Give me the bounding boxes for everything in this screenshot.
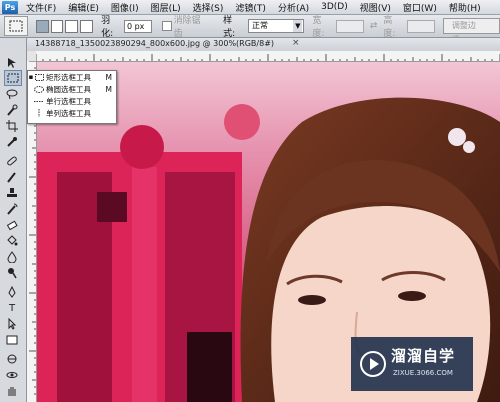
popup-item-label: 椭圆选框工具 <box>46 84 91 94</box>
style-label: 样式: <box>223 16 236 39</box>
play-logo-icon <box>360 351 386 377</box>
move-tool-icon[interactable] <box>4 56 20 70</box>
style-value: 正常 <box>251 21 268 30</box>
height-label: 高度: <box>383 16 396 39</box>
antialias-checkbox[interactable] <box>161 21 172 31</box>
menu-file[interactable]: 文件(F) <box>20 1 62 14</box>
menu-filter[interactable]: 滤镜(T) <box>229 1 272 14</box>
document-title: 14388718_1350023890294_800x600.jpg @ 300… <box>35 39 275 48</box>
intersect-selection-button[interactable] <box>80 19 94 33</box>
eraser-tool-icon[interactable] <box>4 218 20 232</box>
chevron-down-icon: ▼ <box>293 20 303 32</box>
ellipse-marquee-icon <box>34 85 44 93</box>
menu-view[interactable]: 视图(V) <box>354 1 397 14</box>
marquee-tool-icon[interactable] <box>4 70 22 86</box>
rectangle-tool-icon[interactable] <box>4 333 20 347</box>
width-label: 宽度: <box>312 16 325 39</box>
menu-edit[interactable]: 编辑(E) <box>62 1 105 14</box>
marquee-icon <box>9 20 23 32</box>
quick-selection-tool-icon[interactable] <box>4 103 20 117</box>
single-column-marquee-option[interactable]: 单列选框工具 <box>28 107 116 119</box>
antialias-label: 消除锯齿 <box>173 16 201 39</box>
healing-brush-tool-icon[interactable] <box>4 154 20 168</box>
refine-edge-button[interactable]: 调整边缘... <box>442 18 500 44</box>
popup-item-label: 单行选框工具 <box>46 96 91 106</box>
feather-label: 羽化: <box>101 16 114 39</box>
menu-window[interactable]: 窗口(W) <box>397 1 443 14</box>
menu-select[interactable]: 选择(S) <box>187 1 230 14</box>
tool-preset-picker[interactable] <box>4 16 28 36</box>
swap-icon[interactable]: ⇄ <box>370 21 378 31</box>
watermark-url: ZIXUE.3066.COM <box>393 369 453 377</box>
watermark: 溜溜自学 ZIXUE.3066.COM <box>351 337 473 391</box>
new-selection-button[interactable] <box>35 19 49 33</box>
menu-analysis[interactable]: 分析(A) <box>272 1 315 14</box>
feather-input[interactable]: 0 px <box>123 19 152 33</box>
height-input[interactable] <box>407 19 435 33</box>
blur-tool-icon[interactable] <box>4 250 20 264</box>
popup-item-label: 矩形选框工具 <box>46 72 91 82</box>
close-icon[interactable]: × <box>292 38 300 48</box>
subtract-from-selection-button[interactable] <box>65 19 79 33</box>
rectangular-marquee-option[interactable]: ▪ 矩形选框工具 M <box>28 71 116 83</box>
single-row-marquee-icon <box>34 97 44 105</box>
style-select[interactable]: 正常 ▼ <box>247 19 305 33</box>
crop-tool-icon[interactable] <box>4 119 20 133</box>
menu-3d[interactable]: 3D(D) <box>315 2 354 12</box>
marquee-tool-flyout: ▪ 矩形选框工具 M 椭圆选框工具 M 单行选框工具 单列选框工具 <box>27 70 117 124</box>
hand-tool-icon[interactable] <box>4 384 20 398</box>
toolbox: T <box>0 38 27 402</box>
single-column-marquee-icon <box>34 109 44 117</box>
lasso-tool-icon[interactable] <box>4 87 20 101</box>
pen-tool-icon[interactable] <box>4 285 20 299</box>
history-brush-tool-icon[interactable] <box>4 202 20 216</box>
photoshop-logo: Ps <box>2 0 18 14</box>
width-input[interactable] <box>336 19 364 33</box>
add-to-selection-button[interactable] <box>50 19 64 33</box>
horizontal-ruler[interactable] <box>36 51 500 62</box>
clone-stamp-tool-icon[interactable] <box>4 186 20 200</box>
brush-tool-icon[interactable] <box>4 170 20 184</box>
rectangle-marquee-icon <box>34 73 44 81</box>
path-selection-tool-icon[interactable] <box>4 317 20 331</box>
menu-layer[interactable]: 图层(L) <box>145 1 187 14</box>
menu-image[interactable]: 图像(I) <box>105 1 145 14</box>
paint-bucket-tool-icon[interactable] <box>4 234 20 248</box>
3d-orbit-tool-icon[interactable] <box>4 368 20 382</box>
document-tab[interactable]: 14388718_1350023890294_800x600.jpg @ 300… <box>27 38 500 52</box>
popup-item-label: 单列选框工具 <box>46 108 91 118</box>
options-bar: 羽化: 0 px 消除锯齿 样式: 正常 ▼ 宽度: ⇄ 高度: 调整边缘... <box>0 15 500 44</box>
popup-item-shortcut: M <box>105 72 112 82</box>
menu-bar: Ps 文件(F) 编辑(E) 图像(I) 图层(L) 选择(S) 滤镜(T) 分… <box>0 0 500 15</box>
watermark-title: 溜溜自学 <box>391 347 456 365</box>
elliptical-marquee-option[interactable]: 椭圆选框工具 M <box>28 83 116 95</box>
3d-rotate-tool-icon[interactable] <box>4 352 20 366</box>
eyedropper-tool-icon[interactable] <box>4 135 20 149</box>
menu-help[interactable]: 帮助(H) <box>443 1 487 14</box>
dodge-tool-icon[interactable] <box>4 266 20 280</box>
single-row-marquee-option[interactable]: 单行选框工具 <box>28 95 116 107</box>
popup-item-shortcut: M <box>105 84 112 94</box>
type-tool-icon[interactable]: T <box>4 301 20 315</box>
